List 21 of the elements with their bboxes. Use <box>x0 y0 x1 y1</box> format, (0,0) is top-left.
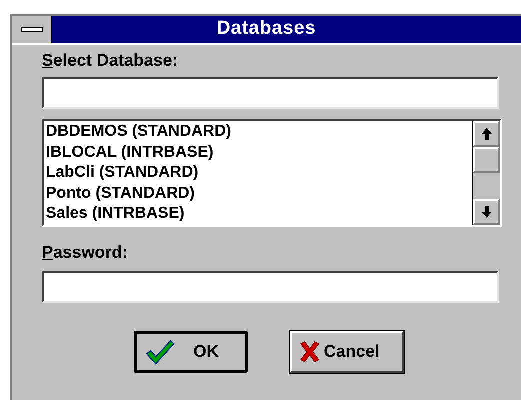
scroll-down-button[interactable] <box>473 199 500 225</box>
minus-icon <box>20 27 42 32</box>
list-item[interactable]: LabCli (STANDARD) <box>46 163 472 184</box>
up-arrow-icon <box>482 128 492 140</box>
list-item[interactable]: DBDEMOS (STANDARD) <box>46 122 472 142</box>
field-label: Password: <box>42 242 129 264</box>
field-label: Select Database: <box>42 50 180 72</box>
scroll-thumb[interactable] <box>473 147 500 173</box>
list-item[interactable]: IBLOCAL (INTRBASE) <box>46 142 472 163</box>
scroll-up-button[interactable] <box>473 121 500 147</box>
list-item[interactable]: Ponto (STANDARD) <box>46 184 472 204</box>
cancel-button[interactable]: Cancel <box>290 331 404 373</box>
cross-icon <box>300 341 320 363</box>
vertical-scrollbar[interactable] <box>472 121 500 225</box>
ok-button[interactable]: OK <box>134 331 248 373</box>
database-field[interactable] <box>42 77 499 109</box>
down-arrow-icon <box>482 206 492 218</box>
password-field[interactable] <box>42 271 499 303</box>
check-icon <box>145 339 175 365</box>
list-item[interactable]: Sales (INTRBASE) <box>46 204 472 224</box>
window-title: Databases <box>216 17 316 42</box>
